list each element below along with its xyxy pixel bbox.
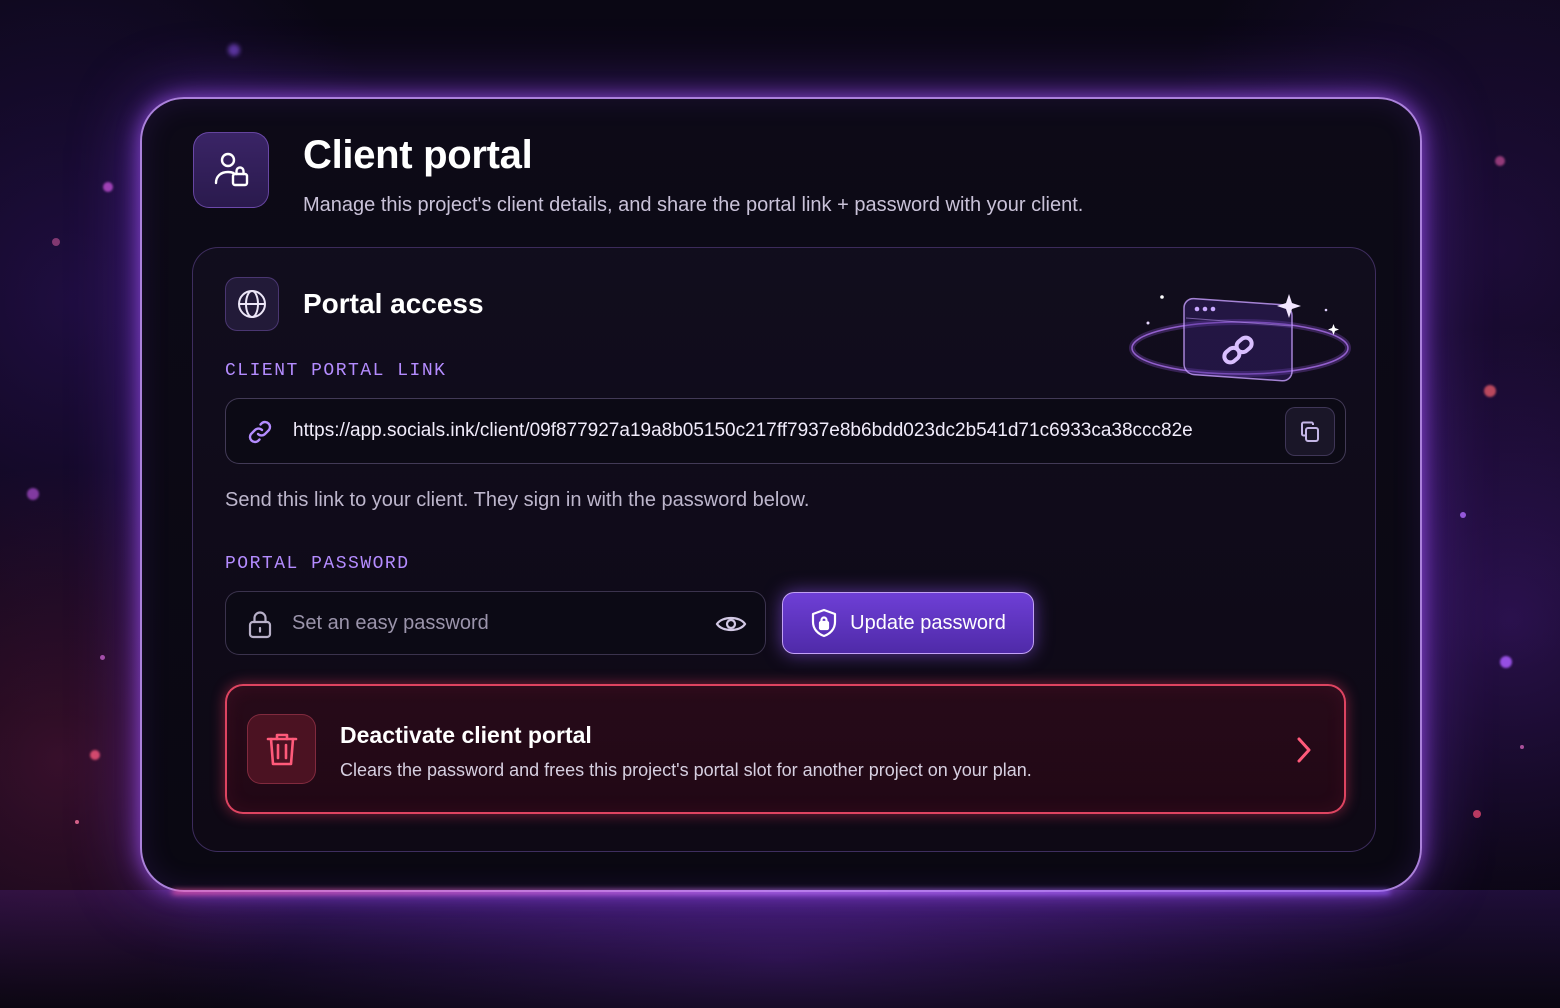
update-password-button[interactable]: Update password	[782, 592, 1034, 654]
particle	[1484, 385, 1496, 397]
password-input[interactable]	[292, 592, 692, 654]
particle	[1473, 810, 1481, 818]
particle	[100, 655, 105, 660]
particle	[103, 182, 113, 192]
particle	[228, 44, 240, 56]
link-help-text: Send this link to your client. They sign…	[225, 489, 810, 511]
deactivate-description: Clears the password and frees this proje…	[340, 760, 1032, 780]
page-title: Client portal	[303, 133, 533, 177]
trash-icon	[247, 714, 316, 784]
page-subtitle: Manage this project's client details, an…	[303, 194, 1084, 216]
particle	[90, 750, 100, 760]
deactivate-title: Deactivate client portal	[340, 722, 592, 748]
particle	[52, 238, 60, 246]
lock-icon	[248, 611, 272, 639]
shield-lock-icon	[812, 608, 837, 638]
client-portal-card: Client portal Manage this project's clie…	[140, 97, 1422, 892]
deactivate-portal-button[interactable]: Deactivate client portal Clears the pass…	[225, 684, 1346, 814]
portal-link-field[interactable]: https://app.socials.ink/client/09f877927…	[225, 398, 1346, 464]
chevron-right-icon	[1297, 737, 1311, 763]
password-field[interactable]	[225, 591, 766, 655]
copy-icon	[1301, 421, 1319, 442]
particle	[75, 820, 79, 824]
particle	[27, 488, 39, 500]
client-portal-link-label: CLIENT PORTAL LINK	[225, 361, 447, 381]
copy-link-button[interactable]	[1285, 407, 1335, 456]
particle	[1495, 156, 1505, 166]
portal-password-label: PORTAL PASSWORD	[225, 554, 410, 574]
floor-glow	[0, 890, 1560, 1008]
particle	[1500, 656, 1512, 668]
portal-link-value[interactable]: https://app.socials.ink/client/09f877927…	[293, 420, 1193, 442]
background-stage: Client portal Manage this project's clie…	[0, 0, 1560, 1008]
particle	[1460, 512, 1466, 518]
particle	[1520, 745, 1524, 749]
link-icon	[248, 420, 272, 444]
globe-icon	[225, 277, 279, 331]
update-password-label: Update password	[850, 611, 1006, 634]
user-lock-icon	[193, 132, 269, 208]
eye-icon[interactable]	[715, 612, 747, 636]
section-title: Portal access	[303, 288, 484, 319]
link-window-illustration	[1129, 294, 1351, 382]
portal-access-section: Portal access CLIENT PORTAL LINK https:/…	[192, 247, 1376, 852]
